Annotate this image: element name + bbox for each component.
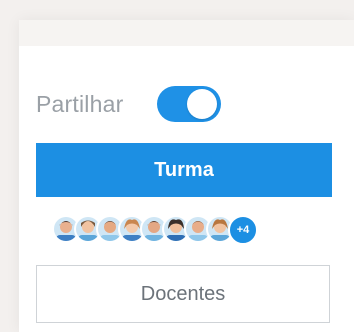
avatar-group[interactable]: +4 bbox=[52, 215, 282, 245]
share-row: Partilhar bbox=[36, 84, 222, 124]
toggle-knob bbox=[187, 89, 218, 119]
share-label: Partilhar bbox=[36, 90, 124, 117]
docentes-button[interactable]: Docentes bbox=[36, 265, 330, 323]
turma-button[interactable]: Turma bbox=[36, 143, 332, 197]
panel-header-band bbox=[19, 20, 354, 46]
more-avatars-badge[interactable]: +4 bbox=[228, 215, 258, 245]
share-toggle[interactable] bbox=[157, 86, 222, 122]
